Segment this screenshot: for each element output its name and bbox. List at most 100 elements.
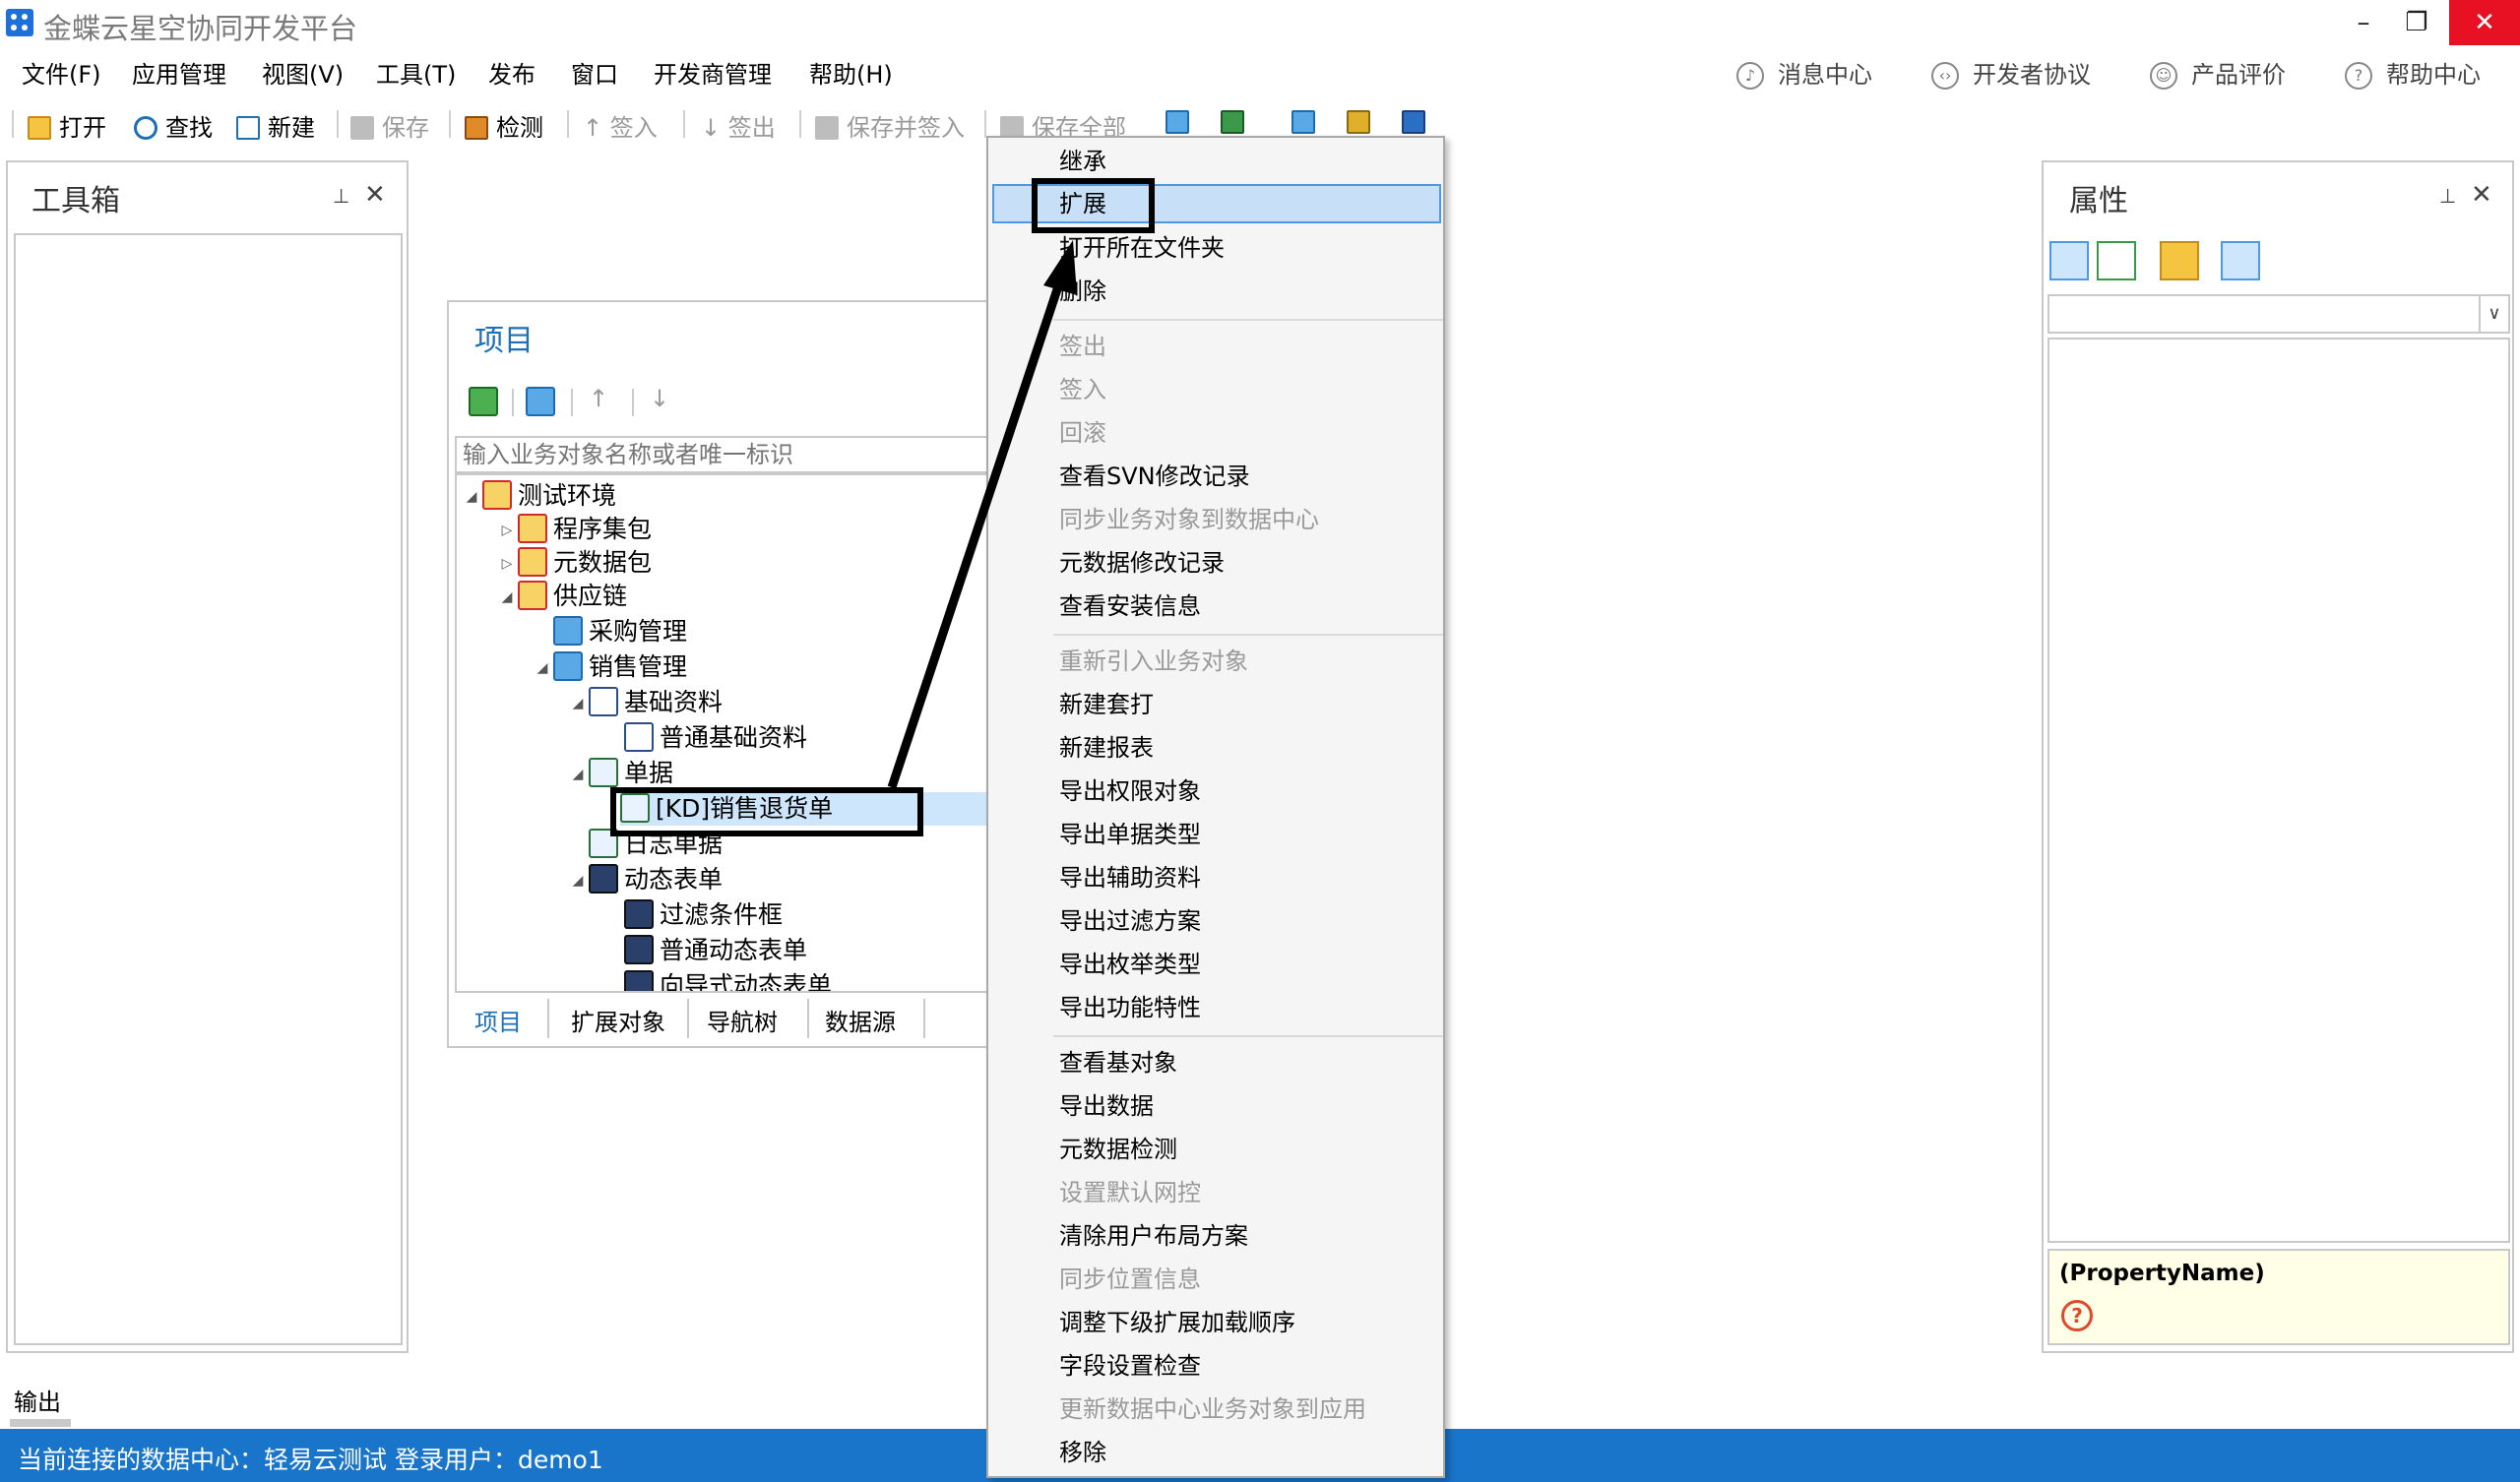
tree-node-bills[interactable]: ◢ 单据 — [567, 757, 673, 790]
tree-node-dynamic-forms[interactable]: ◢ 动态表单 — [567, 863, 723, 896]
tree-node-purchase[interactable]: 采购管理 — [553, 615, 687, 648]
open-button[interactable]: 打开 — [28, 108, 106, 143]
find-button[interactable]: 查找 — [134, 108, 213, 143]
menu-item-export-filter-scheme[interactable]: 导出过滤方案 — [992, 901, 1441, 941]
wrench-icon[interactable] — [1347, 110, 1370, 134]
menu-app-management[interactable]: 应用管理 — [132, 55, 226, 90]
product-review-link[interactable]: ☺ 产品评价 — [2150, 55, 2286, 90]
menu-file[interactable]: 文件(F) — [22, 55, 101, 90]
menu-item-checkin[interactable]: 签入 — [992, 370, 1441, 409]
menu-tools[interactable]: 工具(T) — [376, 55, 456, 90]
menu-publish[interactable]: 发布 — [488, 55, 536, 90]
tab-extension-objects[interactable]: 扩展对象 — [571, 1003, 665, 1037]
checkout-button[interactable]: ↓ 签出 — [701, 108, 776, 143]
tree-node-supply-chain[interactable]: ◢ 供应链 — [496, 580, 627, 613]
menu-window[interactable]: 窗口 — [571, 55, 618, 90]
menu-item-new-print-template[interactable]: 新建套打 — [992, 685, 1441, 724]
object-select[interactable]: ∨ — [2048, 294, 2510, 334]
tree-node-test-env[interactable]: ◢ 测试环境 — [461, 479, 616, 513]
collapse-icon[interactable]: ◢ — [496, 581, 518, 614]
restore-button[interactable]: ❐ — [2382, 0, 2451, 45]
message-center-link[interactable]: ♪ 消息中心 — [1736, 55, 1872, 90]
developer-agreement-link[interactable]: ‹› 开发者协议 — [1931, 55, 2091, 90]
tree-node-sales[interactable]: ◢ 销售管理 — [532, 650, 687, 684]
tree-node-common-basedata[interactable]: 普通基础资料 — [624, 721, 807, 755]
menu-item-sync-position[interactable]: 同步位置信息 — [992, 1260, 1441, 1299]
print-tool-icon[interactable] — [1292, 110, 1315, 134]
menu-item-svn-history[interactable]: 查看SVN修改记录 — [992, 457, 1441, 496]
new-button[interactable]: 新建 — [236, 108, 315, 143]
tree-node-common-dynamic-form[interactable]: 普通动态表单 — [624, 934, 807, 967]
menu-item-open-folder[interactable]: 打开所在文件夹 — [992, 228, 1441, 268]
tree-node-basedata[interactable]: ◢ 基础资料 — [567, 686, 723, 719]
chevron-down-icon[interactable]: ∨ — [2479, 296, 2508, 332]
tree-node-metadata-pkg[interactable]: ▷ 元数据包 — [496, 546, 652, 580]
menu-item-export-enum-type[interactable]: 导出枚举类型 — [992, 945, 1441, 984]
menu-item-default-network-control[interactable]: 设置默认网控 — [992, 1173, 1441, 1212]
checkin-button[interactable]: ↑ 签入 — [583, 108, 658, 143]
close-icon[interactable]: ✕ — [2471, 180, 2492, 210]
open-folder-icon — [28, 116, 51, 140]
menu-item-export-assistant-data[interactable]: 导出辅助资料 — [992, 858, 1441, 897]
menu-item-sync-to-datacenter[interactable]: 同步业务对象到数据中心 — [992, 500, 1441, 539]
refresh-icon[interactable] — [469, 387, 498, 416]
menu-help[interactable]: 帮助(H) — [809, 55, 893, 90]
expand-icon[interactable]: ▷ — [496, 547, 518, 581]
collapse-icon[interactable]: ◢ — [532, 651, 553, 685]
menu-item-export-bill-type[interactable]: 导出单据类型 — [992, 815, 1441, 854]
menu-item-export-feature[interactable]: 导出功能特性 — [992, 988, 1441, 1027]
menu-developer-management[interactable]: 开发商管理 — [654, 55, 772, 90]
output-tab[interactable]: 输出 — [14, 1383, 61, 1417]
menu-item-export-permission[interactable]: 导出权限对象 — [992, 772, 1441, 811]
tree-node-assembly-pkg[interactable]: ▷ 程序集包 — [496, 513, 652, 546]
menu-item-remove[interactable]: 移除 — [992, 1433, 1441, 1472]
move-down-icon[interactable]: ↓ — [650, 385, 669, 412]
close-window-button[interactable]: ✕ — [2449, 0, 2520, 45]
menu-item-new-report[interactable]: 新建报表 — [992, 728, 1441, 768]
menu-item-install-info[interactable]: 查看安装信息 — [992, 587, 1441, 626]
sort-alpha-icon[interactable] — [2097, 241, 2136, 280]
save-checkin-button[interactable]: 保存并签入 — [815, 108, 965, 143]
expand-icon[interactable]: ▷ — [496, 514, 518, 547]
property-pages-icon[interactable] — [2160, 241, 2199, 280]
check-button[interactable]: 检测 — [465, 108, 543, 143]
menu-view[interactable]: 视图(V) — [262, 55, 344, 90]
menu-item-rollback[interactable]: 回滚 — [992, 413, 1441, 453]
menu-item-adjust-load-order[interactable]: 调整下级扩展加载顺序 — [992, 1303, 1441, 1342]
categorized-icon[interactable] — [2049, 241, 2089, 280]
property-grid[interactable] — [2048, 338, 2510, 1243]
tab-navigation-tree[interactable]: 导航树 — [707, 1003, 778, 1037]
menu-item-clear-layout[interactable]: 清除用户布局方案 — [992, 1216, 1441, 1256]
tree-node-wizard-dynamic-form[interactable]: 向导式动态表单 — [624, 969, 832, 991]
menu-item-update-from-datacenter[interactable]: 更新数据中心业务对象到应用 — [992, 1389, 1441, 1429]
menu-item-view-base-object[interactable]: 查看基对象 — [992, 1043, 1441, 1082]
save-button[interactable]: 保存 — [350, 108, 429, 143]
tab-project[interactable]: 项目 — [474, 1003, 522, 1037]
help-center-link[interactable]: ? 帮助中心 — [2345, 55, 2481, 90]
menu-item-metadata-check[interactable]: 元数据检测 — [992, 1130, 1441, 1169]
export-tool-icon[interactable] — [1402, 110, 1425, 134]
collapse-icon[interactable]: ◢ — [461, 480, 482, 514]
menu-item-delete[interactable]: 删除 — [992, 272, 1441, 311]
close-icon[interactable]: ✕ — [364, 180, 386, 210]
tab-data-source[interactable]: 数据源 — [825, 1003, 896, 1037]
collapse-icon[interactable]: ◢ — [567, 864, 589, 897]
pin-icon[interactable]: ⊥ — [2439, 184, 2456, 208]
collapse-icon[interactable]: ◢ — [567, 758, 589, 791]
collapse-icon[interactable]: ◢ — [567, 687, 589, 720]
help-book-icon[interactable] — [2221, 241, 2260, 280]
menu-item-inherit[interactable]: 继承 — [992, 142, 1441, 181]
menu-item-checkout[interactable]: 签出 — [992, 327, 1441, 366]
move-up-icon[interactable]: ↑ — [589, 385, 608, 412]
menu-item-metadata-history[interactable]: 元数据修改记录 — [992, 543, 1441, 583]
project-title: 项目 — [474, 324, 534, 358]
menu-item-field-check[interactable]: 字段设置检查 — [992, 1346, 1441, 1386]
copy-icon[interactable] — [526, 387, 555, 416]
menu-item-export-data[interactable]: 导出数据 — [992, 1086, 1441, 1126]
tree-node-filter-box[interactable]: 过滤条件框 — [624, 898, 783, 932]
menu-item-reimport[interactable]: 重新引入业务对象 — [992, 642, 1441, 681]
form-tool-icon[interactable] — [1166, 110, 1189, 134]
report-tool-icon[interactable] — [1221, 110, 1244, 134]
project-search-input[interactable] — [455, 436, 994, 473]
pin-icon[interactable]: ⊥ — [333, 184, 349, 208]
